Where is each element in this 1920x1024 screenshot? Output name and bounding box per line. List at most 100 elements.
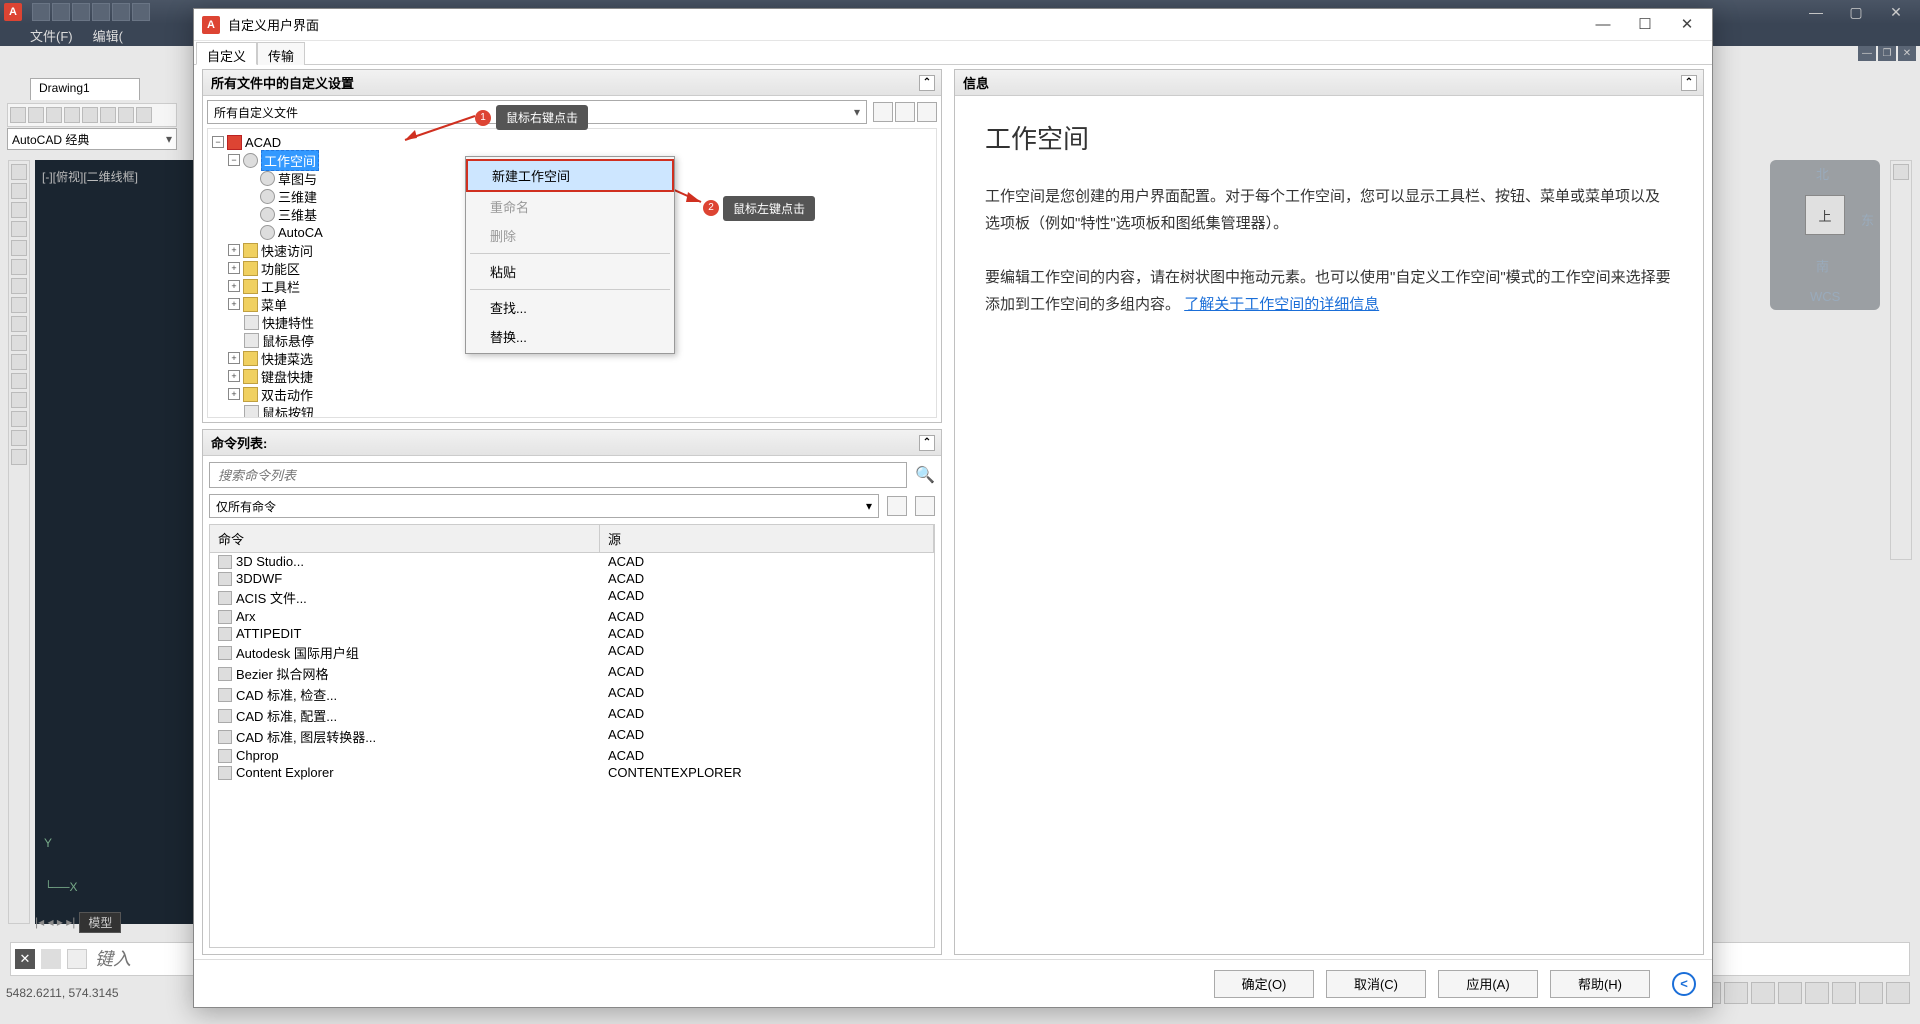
command-config-icon[interactable] bbox=[41, 949, 61, 969]
tree-label[interactable]: 功能区 bbox=[261, 259, 300, 278]
expand-icon[interactable]: − bbox=[228, 154, 240, 166]
tab-customize[interactable]: 自定义 bbox=[196, 42, 257, 65]
tree-label[interactable]: 三维建 bbox=[278, 187, 317, 206]
dialog-maximize-button[interactable]: ☐ bbox=[1628, 12, 1662, 38]
table-row[interactable]: Content ExplorerCONTENTEXPLORER bbox=[210, 764, 934, 781]
command-search-input[interactable] bbox=[209, 462, 907, 488]
table-row[interactable]: CAD 标准, 图层转换器...ACAD bbox=[210, 726, 934, 747]
viewcube-top[interactable]: 上 bbox=[1805, 195, 1845, 235]
tool-icon[interactable] bbox=[11, 259, 27, 275]
tool-icon[interactable] bbox=[11, 354, 27, 370]
ctx-new-workspace[interactable]: 新建工作空间 bbox=[466, 159, 674, 192]
dialog-titlebar[interactable]: A 自定义用户界面 — ☐ ✕ bbox=[194, 9, 1712, 41]
tree-label[interactable]: 草图与 bbox=[278, 169, 317, 188]
tree-label[interactable]: 快速访问 bbox=[261, 241, 313, 260]
tree-label[interactable]: 键盘快捷 bbox=[261, 367, 313, 386]
help-button[interactable]: 帮助(H) bbox=[1550, 970, 1650, 998]
rectangle-tool-icon[interactable] bbox=[11, 240, 27, 256]
tool-icon[interactable] bbox=[11, 392, 27, 408]
status-button[interactable] bbox=[1724, 982, 1748, 1004]
table-row[interactable]: ACIS 文件...ACAD bbox=[210, 587, 934, 608]
new-command-button[interactable] bbox=[887, 496, 907, 516]
toolbar-icon[interactable] bbox=[46, 107, 62, 123]
toolbar-icon[interactable] bbox=[100, 107, 116, 123]
qat-button[interactable] bbox=[92, 3, 110, 21]
arc-tool-icon[interactable] bbox=[11, 221, 27, 237]
info-learn-more-link[interactable]: 了解关于工作空间的详细信息 bbox=[1184, 296, 1379, 313]
tool-icon[interactable] bbox=[11, 411, 27, 427]
tree-label[interactable]: 快捷菜选 bbox=[261, 349, 313, 368]
close-button[interactable]: ✕ bbox=[1876, 1, 1916, 23]
polyline-tool-icon[interactable] bbox=[11, 183, 27, 199]
tab-transfer[interactable]: 传输 bbox=[257, 42, 305, 65]
table-row[interactable]: CAD 标准, 配置...ACAD bbox=[210, 705, 934, 726]
expand-icon[interactable]: + bbox=[228, 352, 240, 364]
tree-label[interactable]: AutoCA bbox=[278, 225, 323, 240]
status-button[interactable] bbox=[1886, 982, 1910, 1004]
status-button[interactable] bbox=[1778, 982, 1802, 1004]
table-row[interactable]: CAD 标准, 检查...ACAD bbox=[210, 684, 934, 705]
qat-button[interactable] bbox=[72, 3, 90, 21]
table-row[interactable]: ChpropACAD bbox=[210, 747, 934, 764]
ctx-replace[interactable]: 替换... bbox=[466, 322, 674, 351]
tool-icon[interactable] bbox=[1893, 164, 1909, 180]
panel-collapse-button[interactable]: ⌃ bbox=[1681, 75, 1697, 91]
expand-icon[interactable]: + bbox=[228, 298, 240, 310]
maximize-button[interactable]: ▢ bbox=[1836, 1, 1876, 23]
viewcube-north[interactable]: 北 bbox=[1816, 164, 1829, 183]
ctx-find[interactable]: 查找... bbox=[466, 293, 674, 322]
command-options-button[interactable] bbox=[915, 496, 935, 516]
tool-icon[interactable] bbox=[11, 373, 27, 389]
expand-icon[interactable]: + bbox=[228, 388, 240, 400]
expand-icon[interactable]: + bbox=[228, 262, 240, 274]
expand-icon[interactable]: + bbox=[228, 244, 240, 256]
help-icon[interactable]: < bbox=[1672, 972, 1696, 996]
tree-label[interactable]: 三维基 bbox=[278, 205, 317, 224]
mdi-close-button[interactable]: ✕ bbox=[1898, 46, 1916, 61]
expand-icon[interactable]: − bbox=[212, 136, 224, 148]
ctx-paste[interactable]: 粘贴 bbox=[466, 257, 674, 286]
table-body[interactable]: 3D Studio...ACAD3DDWFACADACIS 文件...ACADA… bbox=[210, 553, 934, 947]
open-cui-button[interactable] bbox=[873, 102, 893, 122]
table-row[interactable]: ATTIPEDITACAD bbox=[210, 625, 934, 642]
document-tab[interactable]: Drawing1 bbox=[30, 78, 140, 100]
status-button[interactable] bbox=[1805, 982, 1829, 1004]
command-filter-dropdown[interactable]: 仅所有命令 bbox=[209, 494, 879, 518]
panel-collapse-button[interactable]: ⌃ bbox=[919, 75, 935, 91]
status-button[interactable] bbox=[1751, 982, 1775, 1004]
mdi-restore-button[interactable]: ❐ bbox=[1878, 46, 1896, 61]
tree-label[interactable]: 快捷特性 bbox=[262, 313, 314, 332]
toolbar-icon[interactable] bbox=[10, 107, 26, 123]
command-close-icon[interactable]: ✕ bbox=[15, 949, 35, 969]
dialog-close-button[interactable]: ✕ bbox=[1670, 12, 1704, 38]
viewcube-south[interactable]: 南 bbox=[1816, 256, 1829, 275]
model-tab[interactable]: 模型 bbox=[79, 912, 121, 933]
tool-icon[interactable] bbox=[11, 316, 27, 332]
menu-file[interactable]: 文件(F) bbox=[30, 26, 73, 45]
search-icon[interactable]: 🔍 bbox=[915, 465, 935, 485]
viewcube[interactable]: 北 东 南 上 WCS bbox=[1770, 160, 1880, 310]
status-button[interactable] bbox=[1832, 982, 1856, 1004]
line-tool-icon[interactable] bbox=[11, 164, 27, 180]
panel-collapse-button[interactable]: ⌃ bbox=[919, 435, 935, 451]
viewport-label[interactable]: [-][俯视][二维线框] bbox=[42, 168, 138, 185]
qat-button[interactable] bbox=[32, 3, 50, 21]
table-row[interactable]: 3D Studio...ACAD bbox=[210, 553, 934, 570]
toolbar-icon[interactable] bbox=[82, 107, 98, 123]
tree-label[interactable]: 鼠标按钮 bbox=[262, 403, 314, 419]
tree-label-selected[interactable]: 工作空间 bbox=[261, 150, 319, 171]
qat-button[interactable] bbox=[112, 3, 130, 21]
expand-icon[interactable]: + bbox=[228, 370, 240, 382]
qat-button[interactable] bbox=[132, 3, 150, 21]
tool-icon[interactable] bbox=[11, 430, 27, 446]
mdi-minimize-button[interactable]: — bbox=[1858, 46, 1876, 61]
table-row[interactable]: ArxACAD bbox=[210, 608, 934, 625]
column-header-source[interactable]: 源 bbox=[600, 525, 934, 552]
apply-button[interactable]: 应用(A) bbox=[1438, 970, 1538, 998]
dialog-minimize-button[interactable]: — bbox=[1586, 12, 1620, 38]
drawing-canvas[interactable] bbox=[35, 160, 195, 924]
tool-icon[interactable] bbox=[11, 297, 27, 313]
toolbar-icon[interactable] bbox=[28, 107, 44, 123]
status-button[interactable] bbox=[1859, 982, 1883, 1004]
column-header-command[interactable]: 命令 bbox=[210, 525, 600, 552]
